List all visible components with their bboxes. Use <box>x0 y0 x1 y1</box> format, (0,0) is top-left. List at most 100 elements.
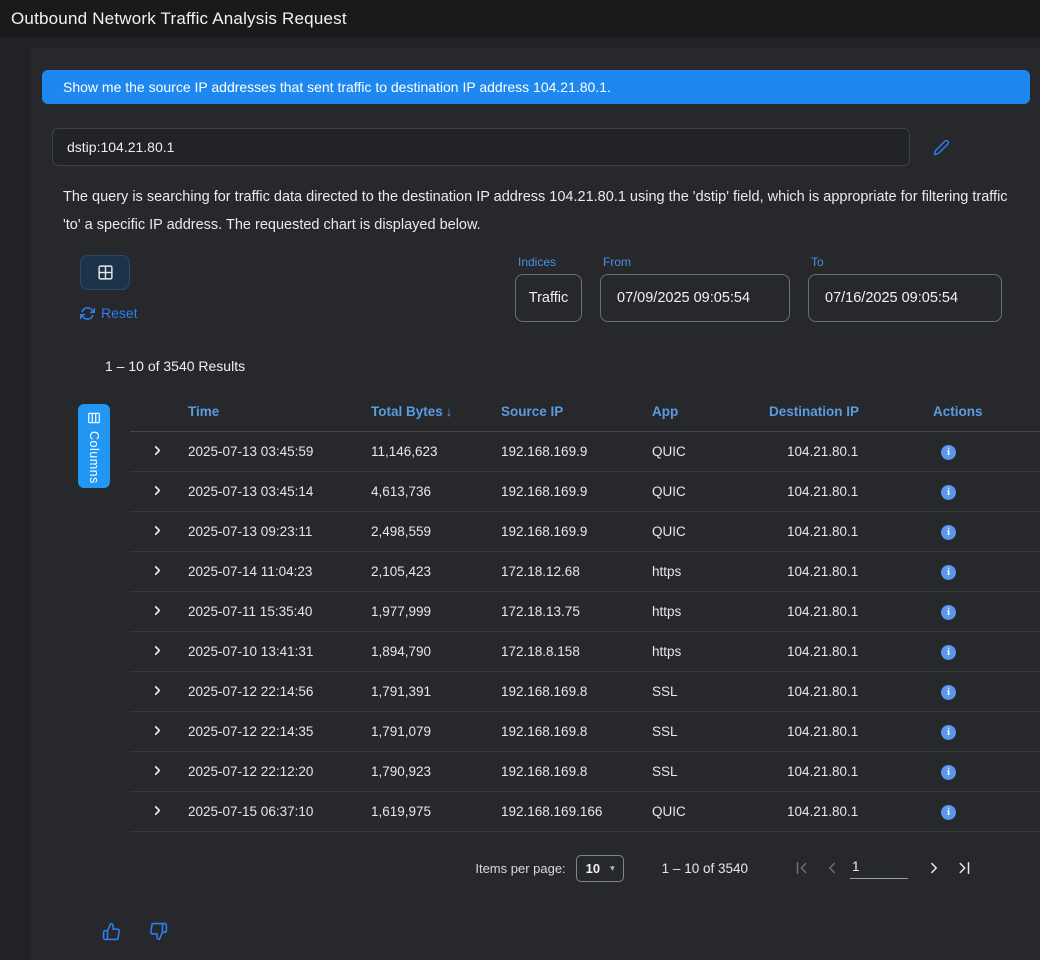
actions-cell: i <box>933 472 1040 512</box>
time-cell: 2025-07-12 22:14:56 <box>188 672 371 712</box>
reset-label: Reset <box>101 305 138 321</box>
info-icon[interactable]: i <box>941 805 956 820</box>
pagination-range: 1 – 10 of 3540 <box>662 861 748 876</box>
info-icon[interactable]: i <box>941 525 956 540</box>
table-view-toggle-button[interactable] <box>80 255 130 290</box>
expand-row-chevron[interactable] <box>130 603 165 618</box>
edit-query-button[interactable] <box>933 139 950 156</box>
table-row: 2025-07-12 22:14:56 1,791,391 192.168.16… <box>130 672 1040 712</box>
column-header-total-bytes[interactable]: Total Bytes↓ <box>371 404 501 432</box>
source-ip-cell: 192.168.169.8 <box>501 712 652 752</box>
column-header-app[interactable]: App <box>652 404 769 432</box>
source-ip-cell: 172.18.13.75 <box>501 592 652 632</box>
grid-view-icon <box>97 264 114 281</box>
column-header-time[interactable]: Time <box>188 404 371 432</box>
destination-ip-cell: 104.21.80.1 <box>769 672 933 712</box>
previous-page-button[interactable] <box>818 854 846 882</box>
total-bytes-cell: 1,894,790 <box>371 632 501 672</box>
expand-row-chevron[interactable] <box>130 443 165 458</box>
reset-button[interactable]: Reset <box>80 305 138 321</box>
sort-desc-icon: ↓ <box>446 404 453 419</box>
to-field: To 07/16/2025 09:05:54 <box>808 255 1002 322</box>
column-header-destination-ip[interactable]: Destination IP <box>769 404 933 432</box>
expand-row-chevron[interactable] <box>130 563 165 578</box>
indices-value: Traffic <box>529 290 568 306</box>
actions-cell: i <box>933 632 1040 672</box>
table-header-row: Time Total Bytes↓ Source IP App Destinat… <box>130 404 1040 432</box>
user-request-text: Show me the source IP addresses that sen… <box>63 79 611 95</box>
controls-row: Reset Indices Traffic From 07/09/2025 09… <box>42 255 1030 322</box>
expand-cell <box>130 552 188 592</box>
table-body: 2025-07-13 03:45:59 11,146,623 192.168.1… <box>130 432 1040 832</box>
from-datetime-input[interactable]: 07/09/2025 09:05:54 <box>600 274 790 322</box>
total-bytes-cell: 1,977,999 <box>371 592 501 632</box>
page-number-input[interactable] <box>850 857 908 879</box>
time-cell: 2025-07-13 03:45:59 <box>188 432 371 472</box>
app-cell: QUIC <box>652 792 769 832</box>
info-icon[interactable]: i <box>941 485 956 500</box>
query-input[interactable]: dstip:104.21.80.1 <box>52 128 910 166</box>
expand-row-chevron[interactable] <box>130 803 165 818</box>
next-page-button[interactable] <box>920 854 948 882</box>
column-header-source-ip[interactable]: Source IP <box>501 404 652 432</box>
info-icon[interactable]: i <box>941 645 956 660</box>
source-ip-cell: 192.168.169.8 <box>501 752 652 792</box>
expand-row-chevron[interactable] <box>130 723 165 738</box>
app-cell: QUIC <box>652 472 769 512</box>
thumbs-up-button[interactable] <box>102 922 121 941</box>
items-per-page-select[interactable]: 10 ▾ <box>576 855 624 882</box>
results-table: Time Total Bytes↓ Source IP App Destinat… <box>130 404 1040 832</box>
columns-button[interactable]: Columns <box>78 404 110 488</box>
source-ip-cell: 172.18.8.158 <box>501 632 652 672</box>
table-columns-icon <box>87 411 101 425</box>
to-value: 07/16/2025 09:05:54 <box>825 290 958 306</box>
first-page-button[interactable] <box>788 854 816 882</box>
table-row: 2025-07-13 09:23:11 2,498,559 192.168.16… <box>130 512 1040 552</box>
chevron-down-icon: ▾ <box>610 863 615 874</box>
from-value: 07/09/2025 09:05:54 <box>617 290 750 306</box>
column-header-actions: Actions <box>933 404 1040 432</box>
destination-ip-cell: 104.21.80.1 <box>769 712 933 752</box>
expand-cell <box>130 592 188 632</box>
actions-cell: i <box>933 512 1040 552</box>
thumbs-down-button[interactable] <box>149 922 168 941</box>
expand-cell <box>130 432 188 472</box>
expand-cell <box>130 792 188 832</box>
expand-cell <box>130 512 188 552</box>
time-cell: 2025-07-11 15:35:40 <box>188 592 371 632</box>
to-datetime-input[interactable]: 07/16/2025 09:05:54 <box>808 274 1002 322</box>
expand-row-chevron[interactable] <box>130 523 165 538</box>
info-icon[interactable]: i <box>941 765 956 780</box>
total-bytes-cell: 4,613,736 <box>371 472 501 512</box>
expand-row-chevron[interactable] <box>130 683 165 698</box>
time-cell: 2025-07-12 22:14:35 <box>188 712 371 752</box>
expand-row-chevron[interactable] <box>130 483 165 498</box>
info-icon[interactable]: i <box>941 685 956 700</box>
time-cell: 2025-07-13 09:23:11 <box>188 512 371 552</box>
expand-column-header <box>130 404 188 432</box>
table-row: 2025-07-12 22:12:20 1,790,923 192.168.16… <box>130 752 1040 792</box>
info-icon[interactable]: i <box>941 605 956 620</box>
expand-cell <box>130 752 188 792</box>
time-cell: 2025-07-13 03:45:14 <box>188 472 371 512</box>
total-bytes-cell: 1,619,975 <box>371 792 501 832</box>
source-ip-cell: 192.168.169.9 <box>501 472 652 512</box>
info-icon[interactable]: i <box>941 445 956 460</box>
expand-row-chevron[interactable] <box>130 763 165 778</box>
indices-selector[interactable]: Traffic <box>515 274 582 322</box>
info-icon[interactable]: i <box>941 725 956 740</box>
total-bytes-cell: 11,146,623 <box>371 432 501 472</box>
total-bytes-cell: 1,791,391 <box>371 672 501 712</box>
last-page-button[interactable] <box>950 854 978 882</box>
expand-row-chevron[interactable] <box>130 643 165 658</box>
app-cell: https <box>652 552 769 592</box>
thumbs-down-icon <box>149 922 168 941</box>
query-value: dstip:104.21.80.1 <box>67 139 174 155</box>
content-panel: Show me the source IP addresses that sen… <box>30 48 1040 960</box>
total-bytes-cell: 2,498,559 <box>371 512 501 552</box>
time-cell: 2025-07-12 22:12:20 <box>188 752 371 792</box>
pencil-icon <box>933 139 950 156</box>
query-explanation: The query is searching for traffic data … <box>63 183 1013 239</box>
from-label: From <box>603 255 790 269</box>
info-icon[interactable]: i <box>941 565 956 580</box>
